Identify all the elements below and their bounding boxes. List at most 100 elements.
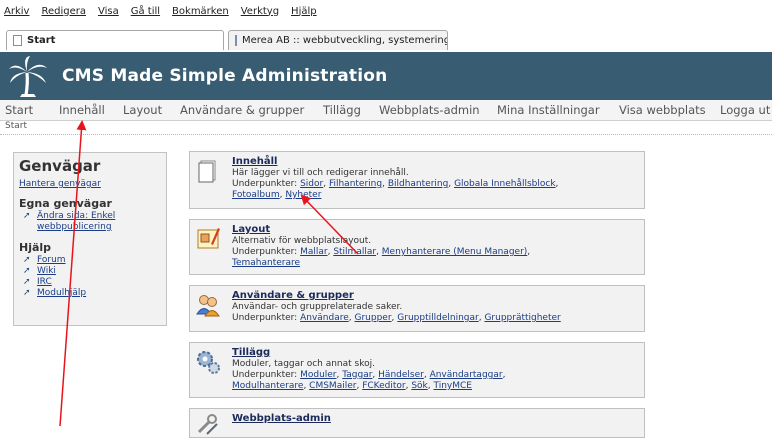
sub-link-sidor[interactable]: Sidor [300,179,323,189]
tab-label: Start [27,35,56,46]
content-page-icon [198,160,216,183]
sub-link-stilmallar[interactable]: Stilmallar [333,247,376,257]
sub-link-grupprattigheter[interactable]: Grupprättigheter [484,313,560,323]
panel-title-link[interactable]: Tillägg [232,347,270,358]
sub-label: Underpunkter: [232,313,301,323]
nav-mina-installningar[interactable]: Mina Inställningar [497,103,600,117]
panel-webbplats-admin: Webbplats-admin [189,408,645,438]
nav-tillagg[interactable]: Tillägg [323,103,361,117]
tools-icon [197,414,218,435]
sub-link-fotoalbum[interactable]: Fotoalbum [232,190,280,200]
palm-logo-icon [9,56,47,97]
page-icon [235,35,237,46]
panel-desc: Här lägger vi till och redigerar innehål… [232,168,409,178]
shortcuts-box: Genvägar Hantera genvägar Egna genvägar … [13,152,167,326]
list-item: ➚ Forum [23,255,161,266]
sub-link-handelser[interactable]: Händelser [378,370,424,380]
help-link-modulhjalp[interactable]: Modulhjälp [37,288,86,299]
menu-hjalp[interactable]: Hjälp [285,6,323,17]
sub-link-nyheter[interactable]: Nyheter [285,190,321,200]
panel-sublinks: Underpunkter: Sidor, Filhantering, Bildh… [232,179,559,200]
shortcut-icon: ➚ [23,211,31,221]
help-heading: Hjälp [19,241,52,254]
sub-link-cmsmailer[interactable]: CMSMailer [309,381,356,391]
page-icon [13,35,22,46]
layout-icon [197,228,220,249]
sub-label: Underpunkter: [232,370,301,380]
menu-redigera[interactable]: Redigera [35,6,92,17]
panel-innehall: Innehåll Här lägger vi till och redigera… [189,151,645,209]
list-item: ➚ Ändra sida: Enkel webbpublicering [23,211,161,233]
menu-arkiv[interactable]: Arkiv [0,6,35,17]
sub-link-grupptilldelningar[interactable]: Grupptilldelningar [397,313,478,323]
sub-link-bildhantering[interactable]: Bildhantering [388,179,449,189]
browser-menubar: Arkiv Redigera Visa Gå till Bokmärken Ve… [0,0,772,22]
cms-title: CMS Made Simple Administration [62,66,388,86]
help-link-wiki[interactable]: Wiki [37,266,56,277]
panel-sublinks: Underpunkter: Moduler, Taggar, Händelser… [232,370,506,391]
panel-title-link[interactable]: Layout [232,224,270,235]
users-icon [196,295,220,317]
sub-link-modulhanterare[interactable]: Modulhanterare [232,381,303,391]
shortcuts-title: Genvägar [19,157,101,175]
tab-start[interactable]: Start [6,30,224,50]
panel-sublinks: Underpunkter: Användare, Grupper, Gruppt… [232,313,561,323]
panel-title-link[interactable]: Användare & grupper [232,290,354,301]
own-shortcuts-list: ➚ Ändra sida: Enkel webbpublicering [19,211,161,233]
sub-link-globala-innehallsblock[interactable]: Globala Innehållsblock [454,179,555,189]
nav-visa-webbplats[interactable]: Visa webbplats [619,103,706,117]
shortcut-icon: ➚ [23,277,31,287]
panel-sublinks: Underpunkter: Mallar, Stilmallar, Menyha… [232,247,531,268]
shortcut-icon: ➚ [23,255,31,265]
menu-verktyg[interactable]: Verktyg [235,6,285,17]
sub-link-filhantering[interactable]: Filhantering [329,179,382,189]
help-link-forum[interactable]: Forum [37,255,66,266]
list-item: ➚ IRC [23,277,161,288]
cms-header: CMS Made Simple Administration [0,52,772,100]
breadcrumb: Start [0,121,772,135]
own-shortcuts-heading: Egna genvägar [19,197,112,210]
sub-label: Underpunkter: [232,179,301,189]
panel-anvandare-grupper: Användare & grupper Användar- och gruppr… [189,285,645,332]
panel-title-link[interactable]: Webbplats-admin [232,413,331,424]
sub-label: Underpunkter: [232,247,301,257]
sub-link-menyhanterare[interactable]: Menyhanterare (Menu Manager) [382,247,527,257]
panel-tillagg: Tillägg Moduler, taggar och annat skoj. … [189,342,645,398]
list-item: ➚ Modulhjälp [23,288,161,299]
menu-bokmarken[interactable]: Bokmärken [166,6,235,17]
nav-innehall[interactable]: Innehåll [59,103,105,117]
nav-layout[interactable]: Layout [123,103,162,117]
panel-desc: Alternativ för webbplatslayout. [232,236,372,246]
browser-tabstrip: Start Merea AB :: webbutveckling, system… [0,22,772,52]
nav-logga-ut[interactable]: Logga ut [720,103,770,117]
list-item: ➚ Wiki [23,266,161,277]
help-list: ➚ Forum ➚ Wiki ➚ IRC ➚ Modulhjälp [19,255,161,299]
sub-link-moduler[interactable]: Moduler [300,370,336,380]
tab-merea[interactable]: Merea AB :: webbutveckling, systemering … [228,30,448,50]
sub-link-mallar[interactable]: Mallar [300,247,328,257]
menu-visa[interactable]: Visa [92,6,125,17]
sub-link-sok[interactable]: Sök [411,381,427,391]
nav-webbplats-admin[interactable]: Webbplats-admin [379,103,480,117]
tab-label: Merea AB :: webbutveckling, systemering … [242,35,448,46]
gears-icon [197,351,220,374]
panel-desc: Moduler, taggar och annat skoj. [232,359,375,369]
panel-title-link[interactable]: Innehåll [232,156,277,167]
help-link-irc[interactable]: IRC [37,277,52,288]
sub-link-tinymce[interactable]: TinyMCE [434,381,473,391]
shortcut-icon: ➚ [23,288,31,298]
nav-start[interactable]: Start [5,103,33,117]
manage-shortcuts-link[interactable]: Hantera genvägar [19,179,161,189]
menu-ga-till[interactable]: Gå till [125,6,166,17]
sub-link-fckeditor[interactable]: FCKeditor [362,381,405,391]
sub-link-anvandare[interactable]: Användare [300,313,349,323]
shortcut-link[interactable]: Ändra sida: Enkel webbpublicering [37,211,161,233]
sub-link-anvandartaggar[interactable]: Användartaggar [430,370,503,380]
shortcut-icon: ➚ [23,266,31,276]
sub-link-temahanterare[interactable]: Temahanterare [232,258,300,268]
nav-anvandare-grupper[interactable]: Användare & grupper [180,103,304,117]
main-nav: Start Innehåll Layout Användare & gruppe… [0,100,772,121]
sub-link-taggar[interactable]: Taggar [342,370,372,380]
sub-link-grupper[interactable]: Grupper [355,313,392,323]
panel-layout: Layout Alternativ för webbplatslayout. U… [189,219,645,275]
